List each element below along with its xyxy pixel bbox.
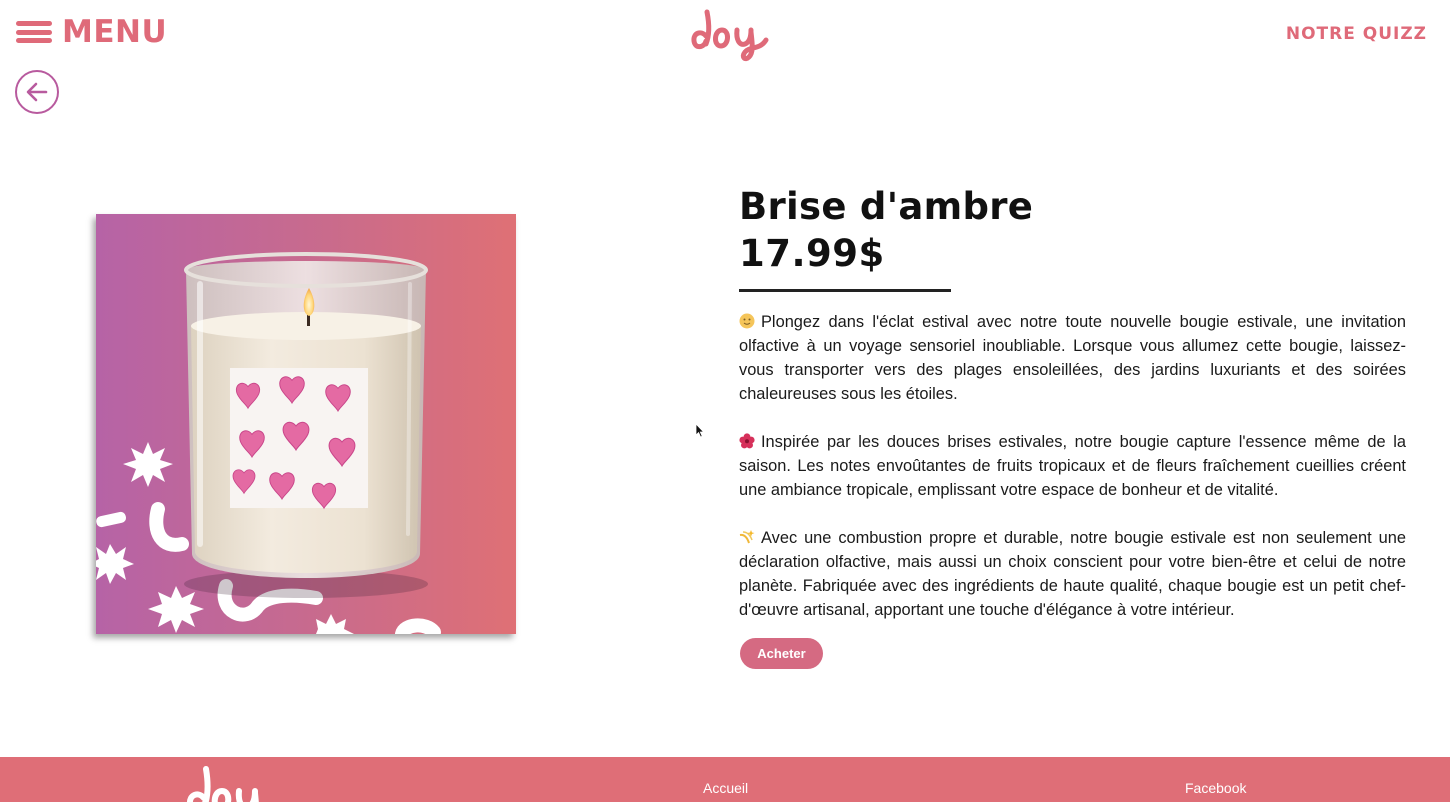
product-page: MENU NOTRE QUIZZ Brise d'ambre 17.99$ Pl… (0, 0, 1450, 802)
description-paragraph: Avec une combustion propre et durable, n… (739, 526, 1406, 622)
joy-logo-icon[interactable] (688, 6, 774, 62)
arrow-left-icon (26, 82, 48, 102)
description-paragraph: Inspirée par les douces brises estivales… (739, 430, 1406, 502)
footer: Accueil Facebook (0, 757, 1450, 802)
sparkle-emoji-icon (739, 530, 755, 544)
menu-label: MENU (62, 14, 168, 50)
buy-button[interactable]: Acheter (740, 638, 823, 669)
menu-button[interactable]: MENU (16, 14, 167, 50)
product-price: 17.99$ (739, 232, 885, 275)
mouse-cursor-icon (695, 423, 705, 438)
quiz-link[interactable]: NOTRE QUIZZ (1286, 24, 1427, 44)
joy-footer-logo-icon[interactable] (184, 765, 280, 802)
candle-product-image (96, 214, 516, 634)
description-text: Avec une combustion propre et durable, n… (739, 529, 1406, 619)
smile-emoji-icon (739, 313, 755, 329)
footer-link-home[interactable]: Accueil (703, 780, 748, 796)
product-description: Plongez dans l'éclat estival avec notre … (739, 310, 1406, 622)
description-text: Plongez dans l'éclat estival avec notre … (739, 313, 1406, 403)
footer-link-facebook[interactable]: Facebook (1185, 780, 1246, 796)
hamburger-icon (16, 21, 52, 43)
product-title: Brise d'ambre (739, 185, 1034, 228)
back-button[interactable] (15, 70, 59, 114)
title-divider (739, 289, 951, 292)
description-paragraph: Plongez dans l'éclat estival avec notre … (739, 310, 1406, 406)
description-text: Inspirée par les douces brises estivales… (739, 433, 1406, 499)
hibiscus-emoji-icon (739, 433, 755, 449)
